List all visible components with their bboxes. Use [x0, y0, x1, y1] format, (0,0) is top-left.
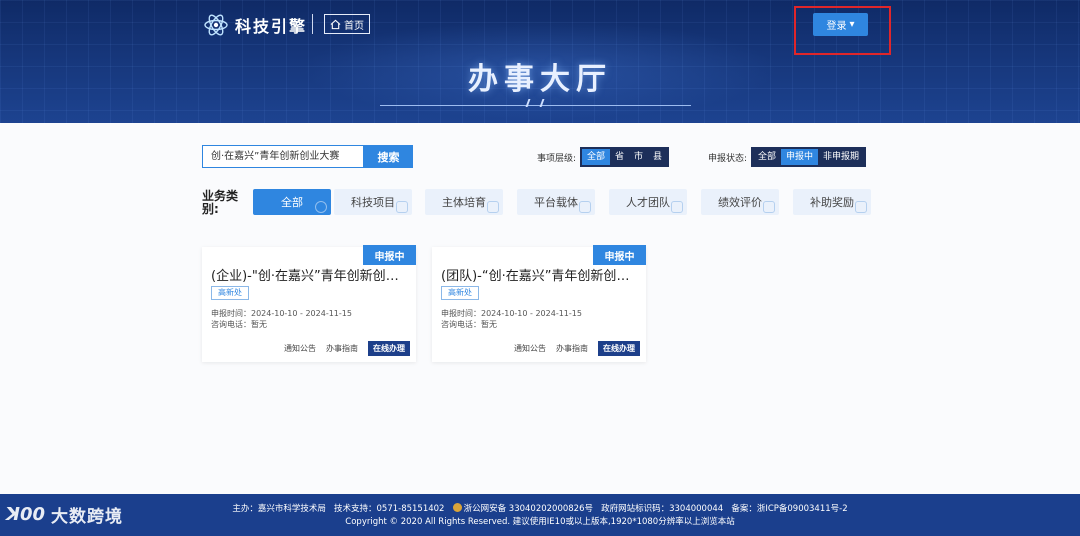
- status-filter: 全部 申报中 非申报期: [751, 147, 867, 167]
- category-performance-label: 绩效评价: [718, 196, 762, 209]
- category-talent-team[interactable]: 人才团队: [609, 189, 687, 215]
- login-label: 登录: [826, 21, 847, 32]
- apply-online-button[interactable]: 在线办理: [598, 341, 640, 356]
- category-all[interactable]: 全部: [253, 189, 331, 215]
- notice-link[interactable]: 通知公告: [284, 343, 316, 354]
- guide-link[interactable]: 办事指南: [556, 343, 588, 354]
- watermark-logo: ꓘ00: [6, 504, 45, 525]
- growth-icon: [487, 201, 499, 213]
- home-button[interactable]: 首页: [324, 14, 370, 34]
- level-option-city[interactable]: 市: [629, 149, 648, 165]
- level-option-province[interactable]: 省: [610, 149, 629, 165]
- category-entity-cultivation-label: 主体培育: [442, 196, 486, 209]
- status-filter-label: 申报状态:: [708, 154, 748, 164]
- status-option-all[interactable]: 全部: [753, 149, 781, 165]
- status-option-open[interactable]: 申报中: [781, 149, 819, 165]
- card-actions: 通知公告 办事指南 在线办理: [514, 341, 640, 356]
- status-badge: 申报中: [593, 245, 646, 265]
- footer-support: 技术支持：0571-85151402: [334, 504, 445, 514]
- home-icon: [330, 19, 341, 29]
- hand-icon: [855, 201, 867, 213]
- logo-divider: [312, 14, 313, 34]
- category-platform[interactable]: 平台载体: [517, 189, 595, 215]
- footer-icp[interactable]: 备案：浙ICP备09003411号-2: [731, 504, 847, 514]
- card-date: 申报时间：2024-10-10 - 2024-11-15: [441, 309, 582, 318]
- category-label: 业务类别:: [202, 189, 239, 216]
- watermark: ꓘ00 大数跨境: [6, 502, 123, 527]
- dept-tag: 高新处: [211, 286, 249, 300]
- level-filter-label: 事项层级:: [537, 154, 577, 164]
- card-phone: 咨询电话：暂无: [211, 320, 267, 329]
- category-tech-project[interactable]: 科技项目: [334, 189, 412, 215]
- footer-info-line: 主办：嘉兴市科学技术局 技术支持：0571-85151402 浙公网安备 330…: [0, 502, 1080, 514]
- category-platform-label: 平台载体: [534, 196, 578, 209]
- platform-icon: [579, 201, 591, 213]
- footer-police-record[interactable]: 浙公网安备 33040202000826号: [464, 504, 593, 514]
- page-title: 办事大厅: [468, 62, 612, 97]
- notice-link[interactable]: 通知公告: [514, 343, 546, 354]
- page-header: 科技引擎 首页 登录 ▾ 办事大厅: [0, 0, 1080, 123]
- login-button[interactable]: 登录 ▾: [813, 13, 868, 36]
- project-card[interactable]: 申报中 (企业)-"创·在嘉兴”青年创新创业大赛 高新处 申报时间：2024-1…: [202, 245, 416, 362]
- police-badge-icon: [452, 503, 462, 512]
- level-filter: 全部 省 市 县: [580, 147, 670, 167]
- apply-online-button[interactable]: 在线办理: [368, 341, 410, 356]
- logo-text: 科技引擎: [235, 17, 308, 36]
- search-button[interactable]: 搜索: [364, 145, 413, 168]
- footer-site-code: 政府网站标识码：3304000044: [601, 504, 724, 514]
- site-logo[interactable]: 科技引擎: [203, 12, 307, 38]
- category-tech-project-label: 科技项目: [351, 196, 395, 209]
- level-option-all[interactable]: 全部: [582, 149, 611, 165]
- category-performance[interactable]: 绩效评价: [701, 189, 779, 215]
- atom-logo-icon: [204, 14, 228, 36]
- card-actions: 通知公告 办事指南 在线办理: [284, 341, 410, 356]
- card-phone: 咨询电话：暂无: [441, 320, 497, 329]
- category-subsidy[interactable]: 补助奖励: [793, 189, 871, 215]
- chevron-down-icon: ▾: [849, 19, 855, 30]
- guide-link[interactable]: 办事指南: [326, 343, 358, 354]
- category-entity-cultivation[interactable]: 主体培育: [425, 189, 503, 215]
- dept-tag: 高新处: [441, 286, 479, 300]
- level-option-county[interactable]: 县: [648, 149, 667, 165]
- project-icon: [396, 201, 408, 213]
- card-title[interactable]: (企业)-"创·在嘉兴”青年创新创业大赛: [211, 265, 409, 284]
- category-all-label: 全部: [281, 196, 303, 209]
- page-footer: 主办：嘉兴市科学技术局 技术支持：0571-85151402 浙公网安备 330…: [0, 494, 1080, 536]
- title-ornament: [525, 99, 545, 107]
- document-icon: [763, 201, 775, 213]
- watermark-text: 大数跨境: [51, 507, 123, 527]
- status-option-closed[interactable]: 非申报期: [818, 149, 864, 165]
- footer-host: 主办：嘉兴市科学技术局: [232, 504, 326, 514]
- category-subsidy-label: 补助奖励: [810, 196, 854, 209]
- card-date: 申报时间：2024-10-10 - 2024-11-15: [211, 309, 352, 318]
- status-badge: 申报中: [363, 245, 416, 265]
- project-card[interactable]: 申报中 (团队)-“创·在嘉兴”青年创新创业大赛 高新处 申报时间：2024-1…: [432, 245, 646, 362]
- bubbles-icon: [315, 201, 327, 213]
- card-title[interactable]: (团队)-“创·在嘉兴”青年创新创业大赛: [441, 265, 639, 284]
- home-label: 首页: [344, 20, 364, 32]
- category-talent-team-label: 人才团队: [626, 196, 670, 209]
- person-icon: [671, 201, 683, 213]
- footer-copyright: Copyright © 2020 All Rights Reserved. 建议…: [345, 517, 735, 527]
- search-input[interactable]: 创·在嘉兴”青年创新创业大赛: [202, 145, 364, 168]
